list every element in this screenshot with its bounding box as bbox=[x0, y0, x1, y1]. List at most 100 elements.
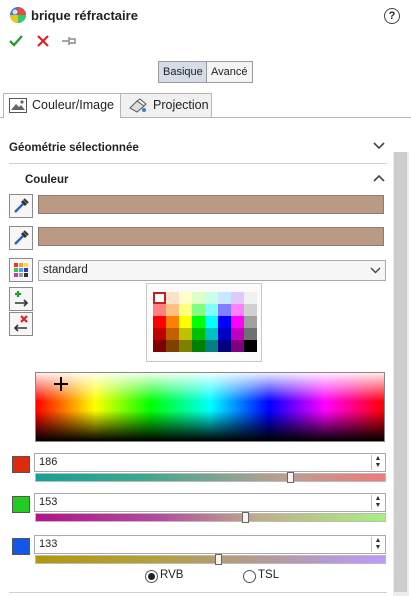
palette-swatch[interactable] bbox=[244, 340, 257, 352]
advanced-mode-button[interactable]: Avancé bbox=[206, 61, 253, 83]
page-title: brique réfractaire bbox=[31, 8, 138, 23]
color-palette-button[interactable] bbox=[9, 258, 33, 282]
palette-swatch[interactable] bbox=[166, 316, 179, 328]
palette-swatch[interactable] bbox=[218, 304, 231, 316]
blue-value: 133 bbox=[39, 538, 58, 550]
palette-swatch[interactable] bbox=[166, 304, 179, 316]
green-value: 153 bbox=[39, 496, 58, 508]
palette-swatch[interactable] bbox=[205, 340, 218, 352]
palette-swatch[interactable] bbox=[179, 304, 192, 316]
palette-swatch[interactable] bbox=[205, 304, 218, 316]
palette-select[interactable]: standard bbox=[38, 260, 386, 281]
color-section-title[interactable]: Couleur bbox=[25, 174, 68, 186]
palette-swatch[interactable] bbox=[192, 292, 205, 304]
chevron-up-icon[interactable] bbox=[373, 173, 385, 183]
add-swatch-button[interactable] bbox=[9, 287, 33, 311]
palette-swatch[interactable] bbox=[231, 304, 244, 316]
green-spinner[interactable]: ▲ ▼ bbox=[371, 495, 384, 510]
chevron-down-icon[interactable] bbox=[373, 141, 385, 151]
palette-swatch[interactable] bbox=[244, 292, 257, 304]
tab-projection[interactable]: Projection bbox=[120, 93, 212, 117]
remove-arrow-icon bbox=[13, 315, 28, 332]
palette-swatch[interactable] bbox=[218, 340, 231, 352]
palette-swatch[interactable] bbox=[218, 292, 231, 304]
palette-swatch[interactable] bbox=[153, 304, 166, 316]
scrollbar-thumb[interactable] bbox=[394, 152, 407, 592]
palette-swatch[interactable] bbox=[218, 316, 231, 328]
palette-swatch[interactable] bbox=[166, 292, 179, 304]
red-value: 186 bbox=[39, 456, 58, 468]
green-slider-track[interactable] bbox=[35, 512, 386, 523]
hsl-radio[interactable] bbox=[243, 570, 256, 583]
blue-channel-swatch bbox=[12, 538, 30, 555]
eyedropper-icon bbox=[14, 198, 29, 213]
green-value-field[interactable]: 153 ▲ ▼ bbox=[34, 493, 386, 512]
palette-swatch[interactable] bbox=[231, 292, 244, 304]
rgb-radio[interactable] bbox=[145, 570, 158, 583]
palette-swatch[interactable] bbox=[153, 316, 166, 328]
palette-swatch[interactable] bbox=[205, 328, 218, 340]
color-swatch-bar-secondary[interactable] bbox=[38, 227, 384, 246]
palette-swatch[interactable] bbox=[231, 328, 244, 340]
green-slider-thumb[interactable] bbox=[242, 512, 250, 523]
red-channel-swatch bbox=[12, 456, 30, 473]
help-button[interactable]: ? bbox=[384, 8, 400, 24]
palette-swatch[interactable] bbox=[179, 316, 192, 328]
palette-swatch[interactable] bbox=[205, 316, 218, 328]
palette-swatch[interactable] bbox=[231, 340, 244, 352]
tab-projection-label: Projection bbox=[153, 98, 209, 112]
palette-swatch[interactable] bbox=[192, 340, 205, 352]
palette-swatch[interactable] bbox=[166, 340, 179, 352]
hsl-radio-label: TSL bbox=[258, 569, 280, 581]
color-grid-icon bbox=[14, 263, 28, 277]
eyedropper-button-2[interactable] bbox=[9, 226, 33, 250]
add-arrow-icon bbox=[15, 291, 29, 307]
palette-swatch[interactable] bbox=[205, 292, 218, 304]
ok-button[interactable] bbox=[9, 34, 23, 48]
palette-swatch[interactable] bbox=[179, 340, 192, 352]
crosshair-icon bbox=[54, 377, 68, 391]
pin-button[interactable] bbox=[61, 34, 77, 48]
image-icon bbox=[9, 98, 27, 113]
red-spinner[interactable]: ▲ ▼ bbox=[371, 455, 384, 470]
palette-swatch[interactable] bbox=[192, 328, 205, 340]
projection-icon bbox=[129, 98, 147, 113]
color-palette-grid[interactable] bbox=[146, 283, 262, 362]
remove-swatch-button[interactable] bbox=[9, 312, 33, 336]
section-divider bbox=[9, 163, 387, 164]
palette-swatch[interactable] bbox=[192, 316, 205, 328]
palette-swatch[interactable] bbox=[231, 316, 244, 328]
palette-swatch[interactable] bbox=[244, 304, 257, 316]
blue-spinner[interactable]: ▲ ▼ bbox=[371, 537, 384, 552]
blue-slider-thumb[interactable] bbox=[215, 554, 223, 565]
bottom-divider bbox=[9, 592, 387, 593]
palette-swatch[interactable] bbox=[179, 328, 192, 340]
rgb-radio-label: RVB bbox=[160, 569, 184, 581]
eyedropper-icon bbox=[14, 230, 29, 245]
tab-color-image-label: Couleur/Image bbox=[32, 98, 114, 112]
palette-swatch[interactable] bbox=[179, 292, 192, 304]
palette-swatch[interactable] bbox=[153, 340, 166, 352]
red-slider-thumb[interactable] bbox=[287, 472, 295, 483]
palette-swatch[interactable] bbox=[166, 328, 179, 340]
palette-swatch[interactable] bbox=[153, 328, 166, 340]
blue-value-field[interactable]: 133 ▲ ▼ bbox=[34, 535, 386, 554]
red-slider-track[interactable] bbox=[35, 472, 386, 483]
geometry-section-title[interactable]: Géométrie sélectionnée bbox=[9, 142, 139, 154]
chevron-down-icon bbox=[370, 267, 381, 274]
palette-swatch[interactable] bbox=[218, 328, 231, 340]
color-swatch-bar[interactable] bbox=[38, 195, 384, 214]
eyedropper-button[interactable] bbox=[9, 194, 33, 218]
palette-swatch[interactable] bbox=[244, 316, 257, 328]
basic-mode-button[interactable]: Basique bbox=[158, 61, 208, 83]
tab-color-image[interactable]: Couleur/Image bbox=[3, 93, 121, 118]
green-channel-swatch bbox=[12, 496, 30, 513]
red-value-field[interactable]: 186 ▲ ▼ bbox=[34, 453, 386, 472]
appearance-ball-icon bbox=[10, 7, 26, 23]
color-spectrum-picker[interactable] bbox=[35, 372, 385, 442]
palette-swatch[interactable] bbox=[192, 304, 205, 316]
palette-swatch[interactable] bbox=[244, 328, 257, 340]
palette-swatch[interactable] bbox=[153, 292, 166, 304]
cancel-button[interactable] bbox=[37, 35, 49, 47]
blue-slider-track[interactable] bbox=[35, 554, 386, 565]
